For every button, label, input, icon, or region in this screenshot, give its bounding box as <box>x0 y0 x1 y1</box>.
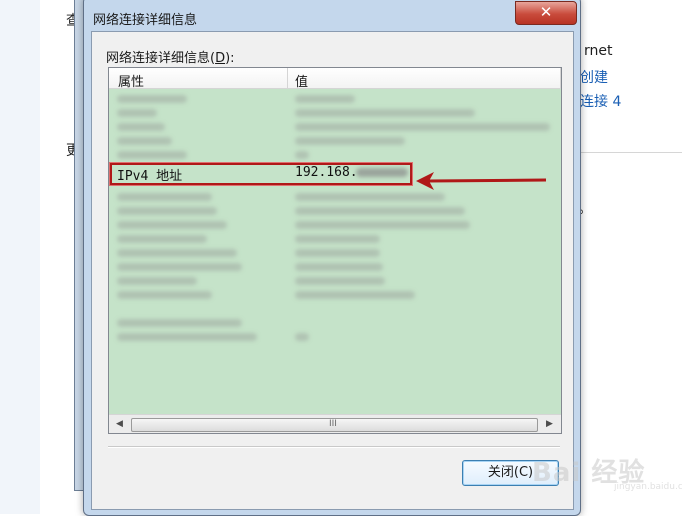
blurred-property <box>117 235 207 243</box>
redacted-value <box>356 168 408 177</box>
column-separator[interactable] <box>287 68 288 88</box>
blurred-property <box>117 123 165 131</box>
scrollbar-thumb[interactable]: III <box>131 418 538 432</box>
blurred-property <box>117 319 242 327</box>
horizontal-scrollbar[interactable]: ◀ III ▶ <box>109 414 561 433</box>
ipv4-value: 192.168. <box>295 165 358 180</box>
background-divider <box>578 152 682 153</box>
desktop-left-panel <box>0 0 40 514</box>
scroll-right-icon[interactable]: ▶ <box>541 416 558 433</box>
blurred-value <box>295 277 385 285</box>
column-header-property[interactable]: 属性 <box>118 71 144 90</box>
blurred-property <box>117 151 187 159</box>
blurred-property <box>117 333 257 341</box>
dialog-titlebar[interactable]: 网络连接详细信息 ✕ <box>84 0 580 28</box>
blurred-property <box>117 109 157 117</box>
details-list-label: 网络连接详细信息(D): <box>106 51 235 66</box>
details-listview[interactable]: 属性 值 IPv4 地址 192.168. ◀ III ▶ <box>108 67 562 434</box>
dialog-client-area: 网络连接详细信息(D): 属性 值 IPv4 地址 192.168. ◀ III… <box>91 31 574 510</box>
scroll-left-icon[interactable]: ◀ <box>111 416 128 433</box>
background-connection-name: rnet <box>584 43 613 59</box>
blurred-value <box>295 137 405 145</box>
listview-header: 属性 值 <box>109 68 561 90</box>
blurred-value <box>295 123 550 131</box>
baidu-watermark: Bai 经验 jingyan.baidu.com <box>522 448 682 498</box>
blurred-property <box>117 137 172 145</box>
grip-icon: III <box>329 419 337 429</box>
blurred-property <box>117 221 227 229</box>
background-connection-link[interactable]: 连接 4 <box>580 91 621 111</box>
blurred-property <box>117 291 212 299</box>
column-header-value[interactable]: 值 <box>295 71 308 90</box>
blurred-value <box>295 235 380 243</box>
column-separator <box>560 68 561 88</box>
listview-body[interactable]: IPv4 地址 192.168. <box>109 89 561 414</box>
blurred-value <box>295 193 445 201</box>
blurred-value <box>295 109 475 117</box>
blurred-property <box>117 263 242 271</box>
dialog-title: 网络连接详细信息 <box>93 13 198 28</box>
blurred-property <box>117 249 237 257</box>
blurred-property <box>117 277 197 285</box>
blurred-property <box>117 193 212 201</box>
blurred-value <box>295 221 470 229</box>
blurred-property <box>117 207 217 215</box>
arrow-shaft <box>427 178 547 183</box>
blurred-property <box>117 95 187 103</box>
ipv4-property: IPv4 地址 <box>117 169 183 184</box>
background-create-link[interactable]: 创建 <box>580 67 608 87</box>
blurred-value <box>295 263 383 271</box>
blurred-value <box>295 333 309 341</box>
blurred-value <box>295 95 355 103</box>
network-details-dialog: 网络连接详细信息 ✕ 网络连接详细信息(D): 属性 值 IPv4 地址 192… <box>83 0 581 516</box>
mnemonic-letter: D <box>215 51 226 66</box>
blurred-value <box>295 151 309 159</box>
watermark-url: jingyan.baidu.com <box>614 482 682 492</box>
blurred-value <box>295 249 380 257</box>
footer-separator <box>108 446 560 448</box>
blurred-value <box>295 291 415 299</box>
blurred-value <box>295 207 465 215</box>
close-icon: ✕ <box>539 3 553 21</box>
annotation-arrow <box>416 172 547 190</box>
titlebar-close-button[interactable]: ✕ <box>515 1 577 25</box>
